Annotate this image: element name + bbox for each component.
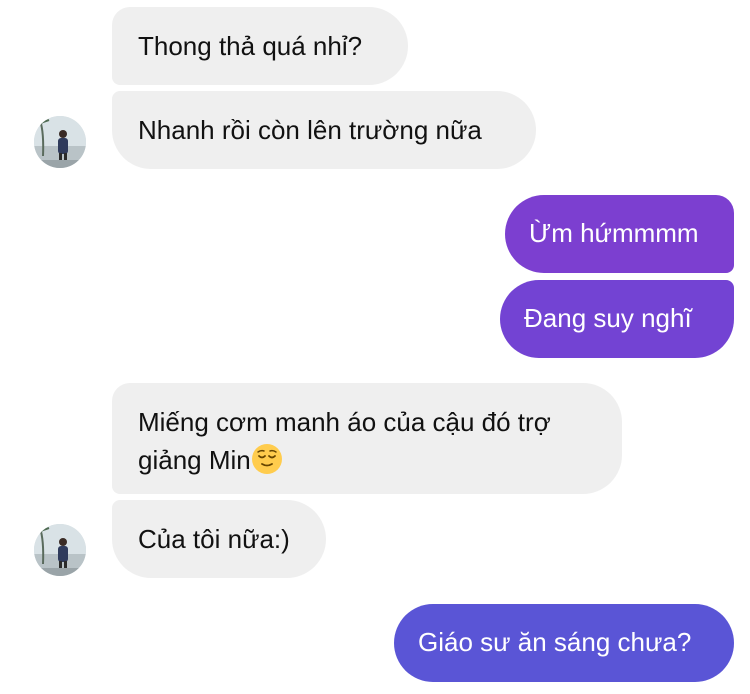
incoming-message[interactable]: Miếng cơm manh áo của cậu đó trợ giảng M…: [112, 383, 622, 494]
outgoing-message[interactable]: Đang suy nghĩ: [500, 280, 734, 358]
message-text: Đang suy nghĩ: [524, 303, 692, 333]
incoming-message[interactable]: Của tôi nữa:): [112, 500, 326, 578]
avatar-photo: [34, 116, 86, 168]
avatar[interactable]: [34, 116, 86, 168]
outgoing-message[interactable]: Giáo sư ăn sáng chưa?: [394, 604, 734, 682]
message-text-line-with-emoji: giảng Min: [138, 441, 596, 479]
message-text: Nhanh rồi còn lên trường nữa: [138, 115, 482, 145]
incoming-message[interactable]: Nhanh rồi còn lên trường nữa: [112, 91, 536, 169]
message-text: giảng Min: [138, 445, 251, 475]
incoming-message[interactable]: Thong thả quá nhỉ?: [112, 7, 408, 85]
relieved-face-emoji: [251, 443, 283, 475]
message-text-line: Miếng cơm manh áo của cậu đó trợ: [138, 407, 551, 437]
message-text: Ừm hứmmmm: [529, 218, 699, 248]
avatar-photo: [34, 524, 86, 576]
outgoing-message[interactable]: Ừm hứmmmm: [505, 195, 734, 273]
message-text: Giáo sư ăn sáng chưa?: [418, 627, 692, 657]
message-text: Của tôi nữa:): [138, 524, 290, 554]
message-text: Thong thả quá nhỉ?: [138, 31, 363, 61]
avatar[interactable]: [34, 524, 86, 576]
